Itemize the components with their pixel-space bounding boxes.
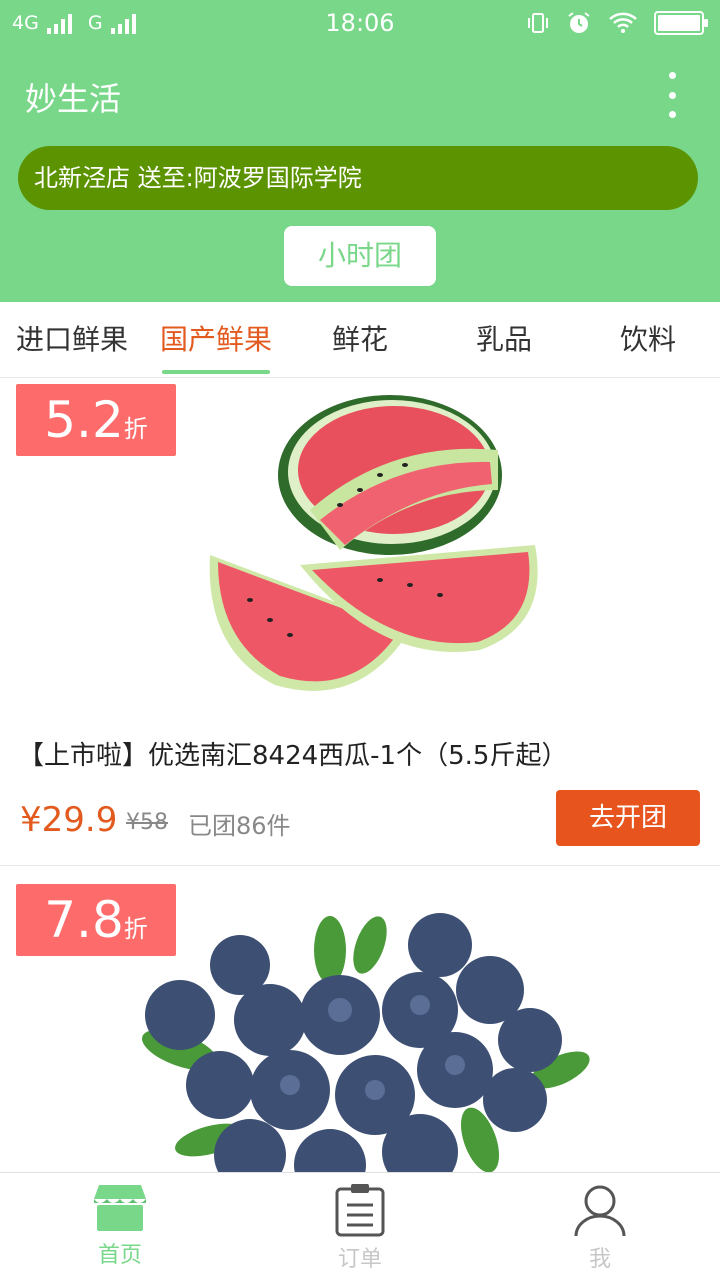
product-title[interactable]: 【上市啦】优选南汇8424西瓜-1个（5.5斤起） xyxy=(18,735,567,772)
nav-me-label: 我 xyxy=(588,1247,611,1272)
start-group-button[interactable]: 去开团 xyxy=(556,790,700,846)
vibrate-icon xyxy=(528,13,548,33)
discount-unit: 折 xyxy=(123,415,148,443)
discount-value: 7.8 xyxy=(44,891,124,949)
nav-orders-label: 订单 xyxy=(337,1247,382,1272)
status-icons xyxy=(526,10,708,36)
discount-unit: 折 xyxy=(123,915,148,943)
discount-badge: 7.8折 xyxy=(16,884,176,956)
bottom-nav: 首页 订单 我 xyxy=(0,1172,720,1280)
blueberries-image[interactable] xyxy=(120,890,610,1172)
tab-imported-fruit[interactable]: 进口鲜果 xyxy=(0,302,144,378)
tab-dairy[interactable]: 乳品 xyxy=(432,302,576,378)
original-price: ¥58 xyxy=(126,810,168,835)
category-tabs: 进口鲜果 国产鲜果 鲜花 乳品 饮料 xyxy=(0,302,720,378)
nav-home[interactable]: 首页 xyxy=(0,1173,240,1280)
tab-drinks[interactable]: 饮料 xyxy=(576,302,720,378)
product-price: ¥29.9 xyxy=(20,800,118,840)
tab-domestic-fruit[interactable]: 国产鲜果 xyxy=(144,302,288,378)
nav-orders[interactable]: 订单 xyxy=(240,1173,480,1280)
app-header: 妙生活 北新泾店 送至:阿波罗国际学院 小时团 xyxy=(0,48,720,302)
product-card[interactable]: 7.8折 xyxy=(0,880,720,1172)
sold-count: 已团86件 xyxy=(188,812,291,840)
watermelon-image[interactable] xyxy=(180,380,560,720)
hour-group-button[interactable]: 小时团 xyxy=(284,226,436,286)
user-icon xyxy=(574,1185,626,1237)
nav-me[interactable]: 我 xyxy=(480,1173,720,1280)
store-address-bar[interactable]: 北新泾店 送至:阿波罗国际学院 xyxy=(18,146,698,210)
tab-flowers[interactable]: 鲜花 xyxy=(288,302,432,378)
alarm-icon xyxy=(568,12,590,33)
status-bar: 4G G 18:06 xyxy=(0,0,720,48)
more-menu-icon[interactable] xyxy=(660,72,684,118)
discount-badge: 5.2折 xyxy=(16,384,176,456)
product-card[interactable]: 5.2折 【上市啦】优选南汇8424西瓜-1个（5.5斤起） ¥29.9 ¥58… xyxy=(0,380,720,866)
discount-value: 5.2 xyxy=(44,391,124,449)
wifi-icon xyxy=(609,12,637,33)
app-title: 妙生活 xyxy=(25,80,122,118)
nav-home-label: 首页 xyxy=(97,1243,142,1268)
shop-icon xyxy=(94,1185,146,1231)
clipboard-icon xyxy=(335,1184,385,1237)
battery-icon xyxy=(654,11,708,35)
